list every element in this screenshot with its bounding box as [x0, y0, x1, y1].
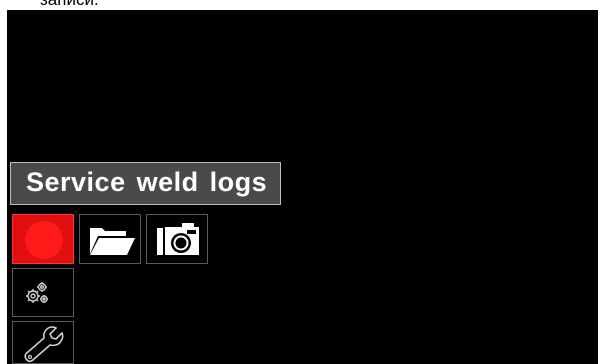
record-button[interactable]	[12, 214, 74, 264]
service-button[interactable]	[12, 321, 74, 364]
snapshot-button[interactable]	[146, 214, 208, 264]
welder-display-screen: Service weld logs	[7, 10, 598, 364]
logs-folder-button[interactable]	[79, 214, 141, 264]
wrench-icon	[24, 326, 64, 363]
document-caption-fragment: записи.	[40, 0, 99, 10]
menu-title-bar: Service weld logs	[10, 162, 281, 205]
gears-icon	[26, 282, 48, 303]
camera-icon	[157, 223, 199, 255]
folder-open-icon	[90, 228, 135, 255]
menu-title: Service weld logs	[26, 167, 268, 197]
settings-button[interactable]	[12, 268, 74, 317]
record-circle-icon	[25, 221, 63, 259]
